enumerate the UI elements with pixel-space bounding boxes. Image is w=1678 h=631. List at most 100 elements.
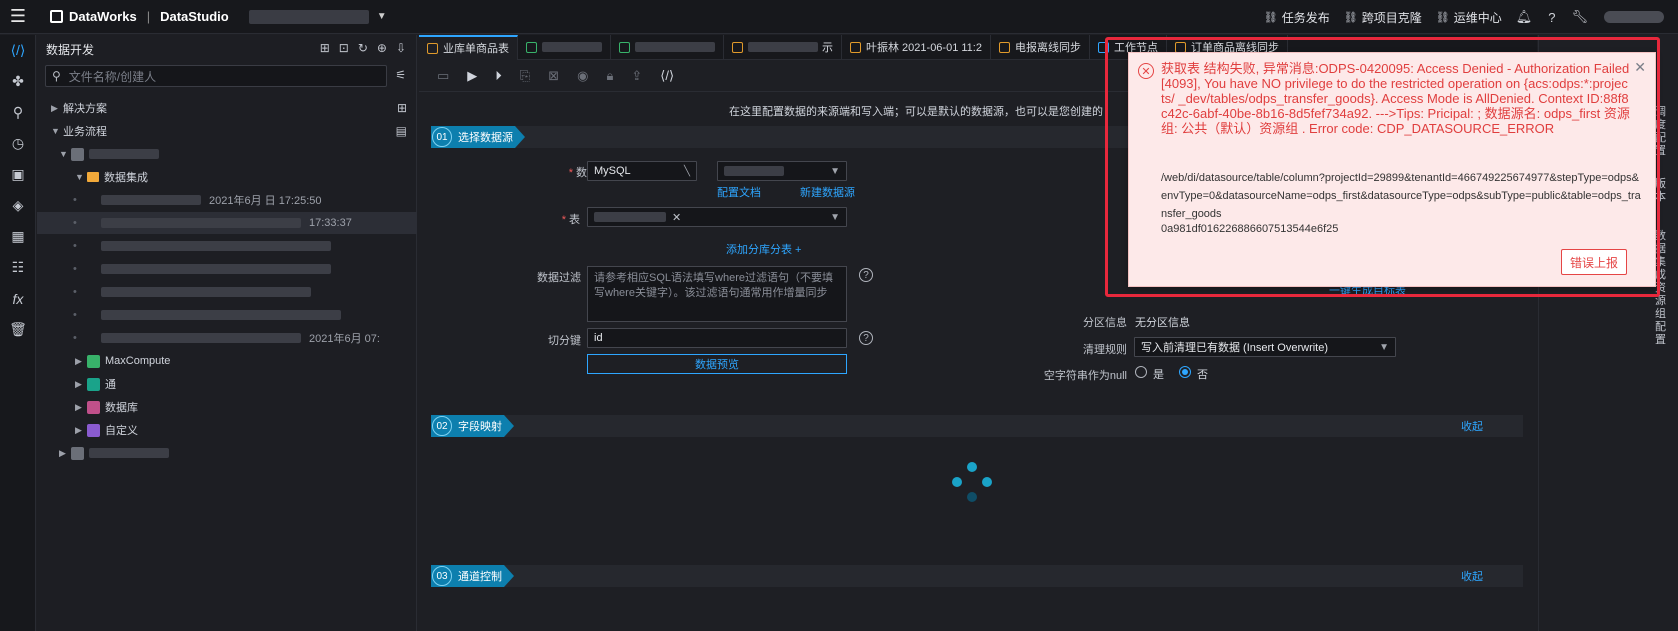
locate-icon[interactable]: ⊕ [377,41,387,55]
task-publish-link[interactable]: ⛓ 任务发布 [1264,9,1330,26]
tab-item[interactable] [611,34,724,60]
list-item[interactable]: • [37,235,417,257]
list-item[interactable]: • 17:33:37 [37,212,417,234]
datasource-name-select[interactable]: ▼ [717,161,847,181]
wrench-icon[interactable]: 🔧︎ [1571,9,1588,25]
record-icon[interactable]: ◉ [577,68,588,84]
caret-down-icon: ▼ [59,149,68,159]
new-datasource-link[interactable]: 新建数据源 [800,184,855,200]
error-notification: ✕ ✕ 获取表 结构失败, 异常消息:ODPS-0420095: Access … [1128,52,1656,287]
tree-item-solutions[interactable]: ▶ 解决方案 ⊞ [37,97,417,119]
caret-right-icon: ▶ [75,355,82,366]
add-shard-link[interactable]: 添加分库分表 + [726,241,801,257]
split-key-input[interactable]: id [587,328,847,348]
data-preview-button[interactable]: 数据预览 [587,354,847,374]
top-bar: ☰ DataWorks | DataStudio ▼ ⛓ 任务发布 ⛓ 跨项目克隆 … [0,0,1678,34]
resource-group-tab[interactable]: 数据集成资源组配置 [1655,230,1669,347]
report-error-button[interactable]: 错误上报 [1561,249,1627,275]
tree-item-custom[interactable]: ▶ 自定义 [37,419,417,441]
tree-item-business-flow[interactable]: ▼ 业务流程 ▤ [37,120,417,142]
run-params-icon[interactable]: ⏵ [495,68,502,84]
collapse-link[interactable]: 收起 [1461,418,1483,434]
list-item[interactable]: • 2021年6月 日 17:25:50 [37,189,417,211]
stop-icon[interactable]: ⎘ [520,68,530,84]
trash-icon[interactable]: 🗑︎ [0,314,36,345]
clean-rule-select[interactable]: 写入前清理已有数据 (Insert Overwrite) ▼ [1134,337,1396,357]
ops-center-link[interactable]: ⛓ 运维中心 [1436,9,1502,26]
user-avatar[interactable] [1604,11,1664,23]
list-item[interactable]: • [37,304,417,326]
run-icon[interactable]: ▶ [467,68,477,84]
tab-item[interactable]: 业库单商品表 [419,34,518,60]
list-item[interactable]: • 2021年6月 07: [37,327,417,349]
close-icon[interactable]: ✕ [1634,59,1646,76]
menu-icon[interactable]: ☰ [0,0,36,34]
product-name: DataStudio [160,9,229,24]
data-dev-panel: 数据开发 ⊞ ⊡ ↻ ⊕ ⇩ ⚲ 文件名称/创建人 ⚟ ▶ 解决方案 ⊞ ▼ 业… [37,35,417,631]
chevron-down-icon[interactable]: ▼ [377,11,387,22]
caret-down-icon: ▼ [75,172,84,182]
radio-no[interactable] [1179,366,1191,378]
puzzle-icon[interactable]: ✤ [0,66,36,97]
workspace-selector[interactable] [248,9,369,24]
bell-icon[interactable]: 🔔︎ [1516,9,1533,25]
link-icon: ⛓ [1263,11,1278,24]
format-icon[interactable]: ⊠ [548,68,559,84]
tree-item-maxcompute[interactable]: ▶ MaxCompute [37,350,417,372]
tab-item[interactable]: 叶振林 2021-06-01 11:2 [842,34,991,60]
table-icon[interactable]: ▦ [0,221,36,252]
refresh-icon[interactable]: ↻ [358,41,368,55]
script-mode-icon[interactable]: ⟨/⟩ [660,68,674,84]
code-icon[interactable]: ⟨/⟩ [0,35,36,66]
caret-right-icon: ▶ [51,102,58,113]
config-doc-link[interactable]: 配置文档 [717,184,761,200]
filter-textarea[interactable]: 请参考相应SQL语法填写where过滤语句（不要填写where关键字）。该过滤语… [587,266,847,322]
list-item[interactable]: • [37,281,417,303]
tree-item-flow[interactable]: ▼ [37,143,417,165]
save-icon[interactable]: ▭ [437,68,449,84]
table-select[interactable]: ✕ ▼ [587,207,847,227]
close-icon[interactable]: ✕ [672,211,681,224]
function-icon[interactable]: fx [0,283,36,314]
calendar-icon[interactable]: ▤ [396,124,407,138]
schedule-config-tab[interactable]: 调度配置 [1655,106,1669,158]
folder-icon [87,172,99,182]
tab-item[interactable]: 电报离线同步 [991,34,1090,60]
tab-item[interactable]: 示 [724,34,842,60]
tab-item[interactable] [518,34,611,60]
version-tab[interactable]: 版本 [1655,178,1669,204]
list-item[interactable]: • [37,258,417,280]
list-icon[interactable]: ☷ [0,252,36,283]
general-icon [87,377,100,391]
search-input[interactable]: ⚲ 文件名称/创建人 [45,65,387,87]
lock-icon[interactable]: 🔒︎ [606,68,613,84]
link-icon: ⛓ [1435,11,1450,24]
brand: DataWorks | DataStudio [50,9,229,24]
chevron-down-icon: ▼ [830,165,840,177]
radio-yes[interactable] [1135,366,1147,378]
tree-item-flow[interactable]: ▶ [37,442,417,464]
new-folder-icon[interactable]: ⊞ [320,41,330,55]
search-icon: ⚲ [52,69,61,83]
cross-project-clone-link[interactable]: ⛓ 跨项目克隆 [1344,9,1422,26]
datasource-type-select[interactable]: MySQL ╲ [587,161,697,181]
tree-item-database[interactable]: ▶ 数据库 [37,396,417,418]
collapse-link[interactable]: 收起 [1461,568,1483,584]
error-message: 获取表 结构失败, 异常消息:ODPS-0420095: Access Deni… [1161,61,1630,136]
help-icon[interactable]: ? [859,268,873,282]
filter-icon[interactable]: ⚟ [395,68,406,82]
search-icon[interactable]: ⚲ [0,97,36,128]
new-file-icon[interactable]: ⊡ [339,41,349,55]
deploy-icon[interactable]: ⇪ [631,68,642,84]
clock-icon[interactable]: ◷ [0,128,36,159]
loading-spinner [952,462,992,502]
tree-item-data-integration[interactable]: ▼ 数据集成 [37,166,417,188]
chevron-down-icon: ▼ [830,211,840,223]
briefcase-icon[interactable]: ▣ [0,159,36,190]
cube-icon[interactable]: ◈ [0,190,36,221]
help-icon[interactable]: ? [1548,10,1555,25]
help-icon[interactable]: ? [859,331,873,345]
tree-item-general[interactable]: ▶ 通 [37,373,417,395]
import-icon[interactable]: ⇩ [396,41,406,55]
grid-icon[interactable]: ⊞ [397,101,407,115]
